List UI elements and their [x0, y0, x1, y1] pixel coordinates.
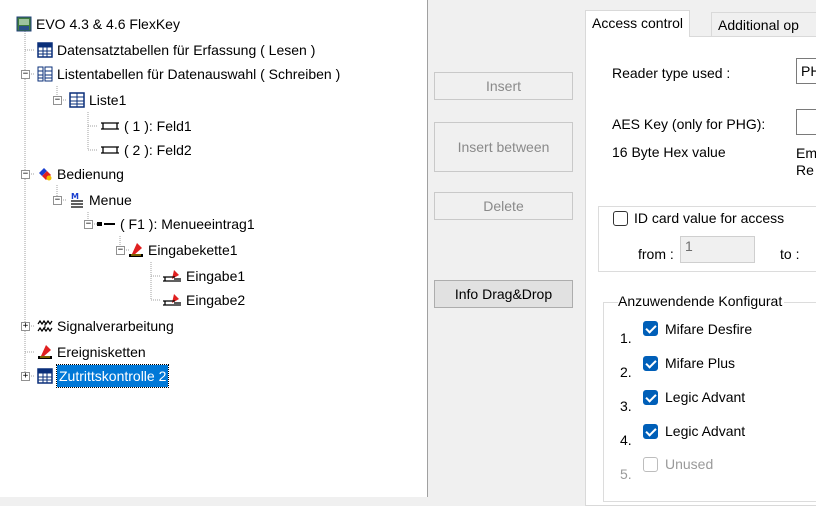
tree-node-operation[interactable]: Bedienung — [37, 163, 124, 185]
tree-node-label: Zutrittskontrolle 2 — [55, 364, 170, 388]
delete-button[interactable]: Delete — [434, 192, 573, 220]
collapse-toggle[interactable]: − — [21, 170, 30, 179]
to-label: to : — [780, 246, 800, 262]
expand-toggle[interactable]: + — [21, 322, 30, 331]
insert-button[interactable]: Insert — [434, 72, 573, 100]
tree-node-label: Eingabe1 — [186, 268, 246, 284]
tree-node-list-tables[interactable]: Listentabellen für Datenauswahl ( Schrei… — [37, 63, 340, 85]
input-icon — [162, 268, 182, 284]
from-label: from : — [638, 246, 674, 262]
svg-text:M: M — [71, 192, 79, 201]
operation-icon — [37, 166, 53, 182]
tree-node-label: Liste1 — [89, 92, 127, 108]
config-item-number: 2. — [620, 364, 632, 380]
tree-node-label: EVO 4.3 & 4.6 FlexKey — [36, 16, 180, 32]
tree-node-label: Eingabekette1 — [148, 242, 238, 258]
aes-key-label: AES Key (only for PHG): — [612, 116, 766, 132]
tree-node-signal-processing[interactable]: Signalverarbeitung — [37, 315, 174, 337]
menu-icon: M — [69, 192, 85, 208]
insert-between-button[interactable]: Insert between — [434, 122, 573, 172]
config-item-checkbox[interactable] — [643, 457, 658, 472]
config-item-checkbox[interactable] — [643, 321, 658, 336]
hex-note-line1: Em — [796, 145, 816, 161]
config-item-label: Legic Advant — [665, 389, 746, 405]
config-item-number: 3. — [620, 398, 632, 414]
collapse-toggle[interactable]: − — [21, 70, 30, 79]
signal-icon — [37, 318, 53, 334]
tree-node-label: Bedienung — [57, 166, 124, 182]
tree-node-record-tables[interactable]: Datensatztabellen für Erfassung ( Lesen … — [37, 39, 315, 61]
tree-node-access-control[interactable]: Zutrittskontrolle 2 — [37, 364, 170, 388]
tree-node-root[interactable]: EVO 4.3 & 4.6 FlexKey — [16, 13, 180, 35]
config-item-checkbox[interactable] — [643, 390, 658, 405]
from-input[interactable]: 1 — [680, 236, 755, 263]
list-icon — [69, 92, 85, 108]
list-table-icon — [37, 66, 53, 82]
config-item-checkbox[interactable] — [643, 424, 658, 439]
device-icon — [16, 16, 32, 32]
field-icon — [100, 118, 120, 134]
aes-key-input[interactable] — [796, 109, 816, 135]
tab-access-control[interactable]: Access control — [585, 10, 691, 37]
tree-node-menu-entry[interactable]: ( F1 ): Menueeintrag1 — [96, 213, 255, 235]
config-item-number: 5. — [620, 466, 632, 482]
tab-additional-options[interactable]: Additional op — [711, 12, 816, 37]
config-item-label: Legic Advant — [665, 423, 746, 439]
menu-entry-icon — [96, 216, 116, 232]
collapse-toggle[interactable]: − — [84, 220, 93, 229]
info-dragdrop-button[interactable]: Info Drag&Drop — [434, 280, 573, 308]
collapse-toggle[interactable]: − — [53, 196, 62, 205]
hex-value-label: 16 Byte Hex value — [612, 144, 726, 160]
tree-node-field1[interactable]: ( 1 ): Feld1 — [100, 115, 192, 137]
id-card-checkbox[interactable] — [613, 211, 628, 226]
tree-node-field2[interactable]: ( 2 ): Feld2 — [100, 139, 192, 161]
tree-node-label: ( 1 ): Feld1 — [124, 118, 192, 134]
tree-node-label: Eingabe2 — [186, 292, 246, 308]
reader-type-select[interactable]: PH — [796, 58, 816, 84]
config-item-number: 1. — [620, 330, 632, 346]
tree-node-input1[interactable]: Eingabe1 — [162, 265, 245, 287]
id-card-label: ID card value for access — [634, 210, 787, 226]
event-chain-icon — [37, 344, 53, 360]
config-item-checkbox[interactable] — [643, 356, 658, 371]
expand-toggle[interactable]: + — [21, 372, 30, 381]
tree-node-input2[interactable]: Eingabe2 — [162, 289, 245, 311]
grid-table-icon — [37, 42, 53, 58]
field-icon — [100, 142, 120, 158]
config-item-label: Unused — [665, 456, 714, 472]
tree-node-label: Ereignisketten — [57, 344, 146, 360]
tree-view[interactable]: − − − − − − + + EVO 4.3 & 4.6 FlexKey Da… — [0, 0, 428, 497]
config-item-number: 4. — [620, 432, 632, 448]
input-chain-icon — [128, 242, 144, 258]
reader-type-label: Reader type used : — [612, 65, 731, 81]
tree-node-label: ( F1 ): Menueeintrag1 — [120, 216, 255, 232]
tree-node-label: Signalverarbeitung — [57, 318, 174, 334]
hex-note-line2: Re — [796, 162, 814, 178]
tree-node-label: ( 2 ): Feld2 — [124, 142, 192, 158]
tree-node-input-chain[interactable]: Eingabekette1 — [128, 239, 238, 261]
config-item-label: Mifare Desfire — [665, 321, 753, 337]
collapse-toggle[interactable]: − — [116, 246, 125, 255]
tree-node-event-chains[interactable]: Ereignisketten — [37, 341, 146, 363]
tree-node-menu[interactable]: M Menue — [69, 189, 132, 211]
input-icon — [162, 292, 182, 308]
tree-node-list1[interactable]: Liste1 — [69, 89, 126, 111]
tree-node-label: Menue — [89, 192, 132, 208]
access-control-icon — [37, 368, 53, 384]
tree-node-label: Datensatztabellen für Erfassung ( Lesen … — [57, 42, 316, 58]
collapse-toggle[interactable]: − — [53, 96, 62, 105]
config-group-title: Anzuwendende Konfigurat — [618, 293, 785, 309]
tree-node-label: Listentabellen für Datenauswahl ( Schrei… — [57, 66, 341, 82]
config-item-label: Mifare Plus — [665, 355, 736, 371]
